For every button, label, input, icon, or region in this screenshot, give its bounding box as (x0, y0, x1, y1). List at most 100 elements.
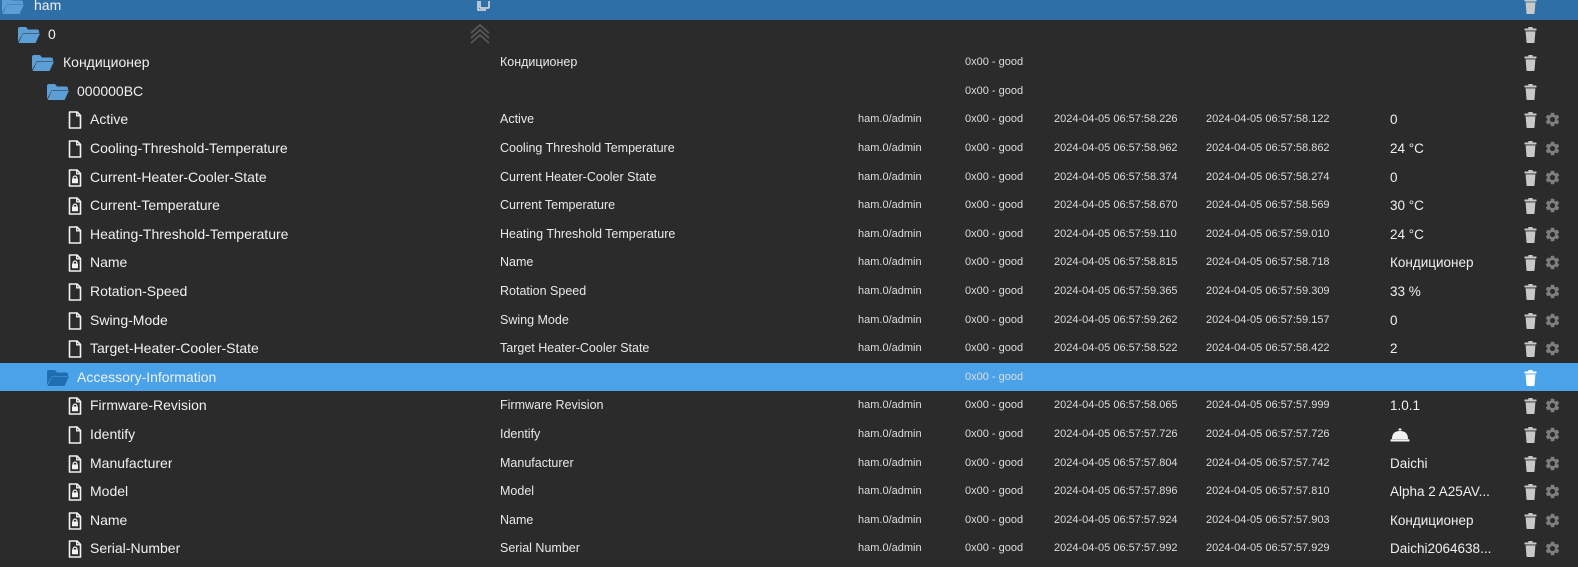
row-value[interactable]: 0 (1390, 306, 1502, 335)
state-row-serial-number[interactable]: Serial-Number Serial Number ham.0/admin 0x0… (0, 534, 1578, 563)
row-quality: 0x00 - good (965, 457, 1024, 469)
row-description: Rotation Speed (500, 284, 587, 298)
row-value[interactable]: Кондиционер (1390, 248, 1502, 277)
state-row-identify[interactable]: Identify Identify ham.0/admin 0x00 - good 20… (0, 420, 1578, 449)
trash-icon[interactable] (1522, 191, 1538, 220)
trash-icon[interactable] (1522, 477, 1538, 506)
file-icon (62, 134, 88, 163)
gear-icon[interactable] (1543, 477, 1561, 506)
row-quality: 0x00 - good (965, 485, 1024, 497)
trash-icon[interactable] (1522, 248, 1538, 277)
state-row-heating-threshold-temperature[interactable]: Heating-Threshold-Temperature Heating Thr… (0, 220, 1578, 249)
row-value[interactable]: 30 °C (1390, 191, 1502, 220)
row-last-changed: 2024-04-05 06:57:59.157 (1206, 314, 1330, 326)
row-value[interactable]: 2 (1390, 334, 1502, 363)
trash-icon[interactable] (1522, 20, 1538, 49)
row-description: Target Heater-Cooler State (500, 341, 650, 355)
copy-icon[interactable] (474, 0, 492, 14)
row-value[interactable]: 0 (1390, 163, 1502, 192)
gear-icon[interactable] (1543, 506, 1561, 535)
gear-icon[interactable] (1543, 277, 1561, 306)
row-value[interactable]: 33 % (1390, 277, 1502, 306)
trash-icon[interactable] (1522, 506, 1538, 535)
row-description: Active (500, 112, 535, 126)
trash-icon[interactable] (1522, 306, 1538, 335)
row-timestamp: 2024-04-05 06:57:58.815 (1054, 256, 1178, 268)
state-row-target-heater-cooler-state[interactable]: Target-Heater-Cooler-State Target Heater-… (0, 334, 1578, 363)
row-last-changed: 2024-04-05 06:57:57.999 (1206, 399, 1330, 411)
state-row-current-heater-cooler-state[interactable]: Current-Heater-Cooler-State Current Heate… (0, 163, 1578, 192)
state-row-name[interactable]: Name Name ham.0/admin 0x00 - good 2024-04-05… (0, 506, 1578, 535)
trash-icon[interactable] (1522, 277, 1538, 306)
trash-icon[interactable] (1522, 391, 1538, 420)
row-role: ham.0/admin (858, 428, 922, 440)
gear-icon[interactable] (1543, 449, 1561, 478)
gear-icon[interactable] (1543, 420, 1561, 449)
state-row-swing-mode[interactable]: Swing-Mode Swing Mode ham.0/admin 0x00 - go… (0, 306, 1578, 335)
collapse-icon[interactable] (469, 22, 491, 48)
row-timestamp: 2024-04-05 06:57:57.992 (1054, 542, 1178, 554)
gear-icon[interactable] (1543, 191, 1561, 220)
row-value[interactable]: 24 °C (1390, 220, 1502, 249)
folder-row-000000bc[interactable]: 000000BC 0x00 - good (0, 77, 1578, 106)
row-last-changed: 2024-04-05 06:57:58.718 (1206, 256, 1330, 268)
trash-icon[interactable] (1522, 363, 1538, 392)
state-row-manufacturer[interactable]: Manufacturer Manufacturer ham.0/admin 0x00 … (0, 449, 1578, 478)
row-value[interactable]: 24 °C (1390, 134, 1502, 163)
trash-icon[interactable] (1522, 220, 1538, 249)
row-timestamp: 2024-04-05 06:57:57.726 (1054, 428, 1178, 440)
row-description: Firmware Revision (500, 398, 604, 412)
state-row-current-temperature[interactable]: Current-Temperature Current Temperature ha… (0, 191, 1578, 220)
folder-row-accessory-information[interactable]: Accessory-Information 0x00 - good (0, 363, 1578, 392)
row-value[interactable]: 1.0.1 (1390, 391, 1502, 420)
row-description: Heating Threshold Temperature (500, 227, 676, 241)
state-row-cooling-threshold-temperature[interactable]: Cooling-Threshold-Temperature Cooling Thr… (0, 134, 1578, 163)
trash-icon[interactable] (1522, 420, 1538, 449)
trash-icon[interactable] (1522, 334, 1538, 363)
row-role: ham.0/admin (858, 171, 922, 183)
trash-icon[interactable] (1522, 105, 1538, 134)
gear-icon[interactable] (1543, 105, 1561, 134)
file-icon (62, 334, 88, 363)
state-row-model[interactable]: Model Model ham.0/admin 0x00 - good 2024-04-… (0, 477, 1578, 506)
row-quality: 0x00 - good (965, 428, 1024, 440)
gear-icon[interactable] (1543, 391, 1561, 420)
row-quality: 0x00 - good (965, 285, 1024, 297)
bell-button-icon[interactable] (1389, 420, 1411, 449)
folder-row-0[interactable]: 0 (0, 20, 1578, 49)
row-value[interactable]: Alpha 2 A25AV... (1390, 477, 1502, 506)
gear-icon[interactable] (1543, 134, 1561, 163)
gear-icon[interactable] (1543, 306, 1561, 335)
gear-icon[interactable] (1543, 220, 1561, 249)
row-name: ham (34, 0, 62, 13)
trash-icon[interactable] (1522, 534, 1538, 563)
gear-icon[interactable] (1543, 534, 1561, 563)
state-row-active[interactable]: Active Active ham.0/admin 0x00 - good 2024-0… (0, 105, 1578, 134)
trash-icon[interactable] (1522, 163, 1538, 192)
folder-row-ham[interactable]: ham (0, 0, 1578, 20)
state-row-rotation-speed[interactable]: Rotation-Speed Rotation Speed ham.0/admin 0… (0, 277, 1578, 306)
gear-icon[interactable] (1543, 248, 1561, 277)
trash-icon[interactable] (1522, 134, 1538, 163)
row-value[interactable]: Daichi2064638... (1390, 534, 1502, 563)
row-name: Firmware-Revision (90, 397, 207, 413)
row-last-changed: 2024-04-05 06:57:58.569 (1206, 199, 1330, 211)
row-value[interactable]: Daichi (1390, 449, 1502, 478)
row-description: Swing Mode (500, 313, 569, 327)
trash-icon[interactable] (1522, 449, 1538, 478)
trash-icon[interactable] (1522, 48, 1538, 77)
row-value[interactable]: Кондиционер (1390, 506, 1502, 535)
row-role: ham.0/admin (858, 399, 922, 411)
gear-icon[interactable] (1543, 163, 1561, 192)
row-quality: 0x00 - good (965, 171, 1024, 183)
trash-icon[interactable] (1522, 0, 1538, 20)
row-quality: 0x00 - good (965, 371, 1024, 383)
state-row-name[interactable]: Name Name ham.0/admin 0x00 - good 2024-04-05… (0, 248, 1578, 277)
trash-icon[interactable] (1522, 77, 1538, 106)
folder-row-кондиционер[interactable]: Кондиционер Кондиционер 0x00 - good (0, 48, 1578, 77)
row-value[interactable]: 0 (1390, 105, 1502, 134)
row-description: Name (500, 255, 534, 269)
file-lock-icon (62, 248, 88, 277)
state-row-firmware-revision[interactable]: Firmware-Revision Firmware Revision ham.0/… (0, 391, 1578, 420)
gear-icon[interactable] (1543, 334, 1561, 363)
